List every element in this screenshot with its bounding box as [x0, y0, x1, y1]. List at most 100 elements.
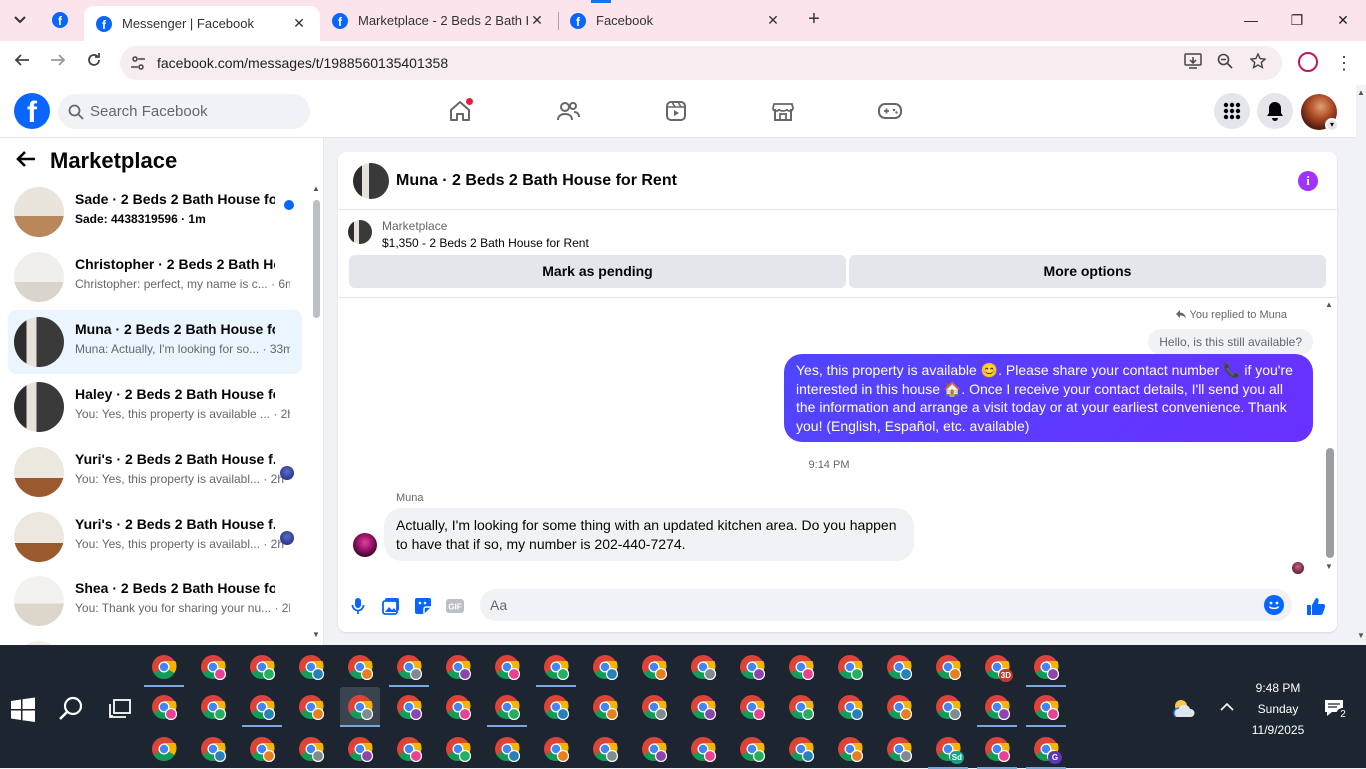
- chrome-window-button[interactable]: [340, 647, 380, 687]
- chrome-window-button[interactable]: [977, 729, 1017, 769]
- chrome-window-button[interactable]: [732, 647, 772, 687]
- tab-search-dropdown[interactable]: [6, 8, 34, 32]
- action-center-button[interactable]: 2: [1324, 699, 1350, 722]
- chrome-window-button[interactable]: [389, 687, 429, 727]
- chat-title[interactable]: Muna · 2 Beds 2 Bath House for Rent: [396, 172, 677, 190]
- scroll-down-icon[interactable]: ▼: [312, 630, 320, 639]
- chrome-window-button[interactable]: [585, 687, 625, 727]
- install-app-icon[interactable]: [1183, 53, 1203, 73]
- reload-button[interactable]: [83, 52, 105, 74]
- scroll-up-icon[interactable]: ▲: [1357, 88, 1365, 97]
- photo-icon[interactable]: [381, 596, 401, 616]
- search-icon[interactable]: [58, 695, 86, 723]
- emoji-icon[interactable]: [1264, 595, 1284, 615]
- chrome-window-button[interactable]: [634, 687, 674, 727]
- scrollbar-thumb[interactable]: [313, 200, 320, 318]
- close-window-button[interactable]: ✕: [1328, 8, 1358, 32]
- sidebar-scrollbar[interactable]: ▲ ▼: [312, 184, 320, 639]
- search-input[interactable]: [90, 94, 300, 129]
- forward-button[interactable]: [47, 52, 69, 74]
- chrome-window-button[interactable]: [487, 729, 527, 769]
- conversation-item[interactable]: Yuri's · 2 Beds 2 Bath House f... You: Y…: [8, 440, 302, 504]
- chrome-window-button[interactable]: [193, 729, 233, 769]
- chrome-window-button[interactable]: G: [1026, 729, 1066, 769]
- tab-marketplace[interactable]: f Marketplace - 2 Beds 2 Bath Ho ✕: [320, 0, 558, 41]
- chrome-window-button[interactable]: [781, 687, 821, 727]
- conversation-item[interactable]: Sade · 2 Beds 2 Bath House fo... Sade: 4…: [8, 180, 302, 244]
- conversation-item-selected[interactable]: Muna · 2 Beds 2 Bath House for ... Muna:…: [8, 310, 302, 374]
- pinned-tab-facebook[interactable]: f: [52, 12, 68, 28]
- chat-avatar[interactable]: [353, 163, 389, 199]
- close-tab-icon[interactable]: ✕: [290, 15, 308, 32]
- new-tab-button[interactable]: +: [804, 8, 824, 31]
- chat-scrollbar[interactable]: ▲ ▼: [1323, 300, 1335, 574]
- nav-friends[interactable]: [549, 92, 587, 130]
- conversation-item[interactable]: Haley · 2 Beds 2 Bath House for ... You:…: [8, 375, 302, 439]
- facebook-search[interactable]: [58, 94, 310, 129]
- chrome-window-button[interactable]: [536, 647, 576, 687]
- facebook-logo[interactable]: f: [14, 93, 50, 129]
- conversation-item[interactable]: Shea · 2 Beds 2 Bath House for ... You: …: [8, 569, 302, 633]
- chrome-window-button[interactable]: [438, 729, 478, 769]
- chrome-window-button[interactable]: [340, 687, 380, 727]
- chrome-window-button[interactable]: [242, 729, 282, 769]
- zoom-icon[interactable]: [1215, 53, 1235, 73]
- back-arrow-icon[interactable]: [16, 148, 40, 174]
- nav-gaming[interactable]: [871, 92, 909, 130]
- account-avatar[interactable]: ▾: [1301, 94, 1339, 132]
- chrome-window-button[interactable]: [144, 729, 184, 769]
- chrome-window-button[interactable]: [340, 729, 380, 769]
- info-icon[interactable]: i: [1298, 171, 1318, 191]
- chrome-window-button[interactable]: [683, 687, 723, 727]
- nav-marketplace[interactable]: [764, 92, 802, 130]
- chrome-window-button[interactable]: [242, 647, 282, 687]
- scroll-up-icon[interactable]: ▲: [1325, 300, 1333, 309]
- chrome-window-button[interactable]: [634, 647, 674, 687]
- message-input-field[interactable]: [480, 589, 1292, 621]
- chrome-window-button[interactable]: [634, 729, 674, 769]
- chrome-window-button[interactable]: [781, 729, 821, 769]
- conversation-item[interactable]: [8, 634, 302, 645]
- chrome-window-button[interactable]: [438, 647, 478, 687]
- chrome-window-button[interactable]: Sd: [928, 729, 968, 769]
- chrome-window-button[interactable]: [879, 687, 919, 727]
- close-tab-icon[interactable]: ✕: [764, 12, 782, 29]
- chrome-window-button[interactable]: [144, 687, 184, 727]
- taskbar-clock[interactable]: 9:48 PM Sunday 11/9/2025: [1232, 678, 1324, 741]
- chrome-window-button[interactable]: [928, 647, 968, 687]
- chrome-window-button[interactable]: [144, 647, 184, 687]
- chrome-window-button[interactable]: [1026, 647, 1066, 687]
- chrome-window-button[interactable]: [830, 647, 870, 687]
- url-text[interactable]: facebook.com/messages/t/1988560135401358: [157, 55, 448, 71]
- conversation-item[interactable]: Yuri's · 2 Beds 2 Bath House f... You: Y…: [8, 505, 302, 569]
- task-view-icon[interactable]: [107, 697, 133, 721]
- voice-clip-icon[interactable]: [348, 596, 368, 616]
- tab-messenger[interactable]: f Messenger | Facebook ✕: [84, 6, 320, 41]
- chrome-window-button[interactable]: [732, 687, 772, 727]
- sticker-icon[interactable]: [413, 596, 433, 616]
- page-scrollbar[interactable]: ▲ ▼: [1356, 85, 1366, 645]
- minimize-button[interactable]: —: [1236, 8, 1266, 32]
- chrome-window-button[interactable]: [242, 687, 282, 727]
- more-options-button[interactable]: More options: [849, 255, 1326, 288]
- chrome-window-button[interactable]: [291, 687, 331, 727]
- weather-icon[interactable]: [1170, 697, 1198, 721]
- menu-button[interactable]: [1214, 93, 1250, 129]
- bookmark-star-icon[interactable]: [1248, 52, 1268, 73]
- browser-profile-icon[interactable]: [1298, 52, 1318, 72]
- chrome-window-button[interactable]: [193, 647, 233, 687]
- quoted-message[interactable]: Hello, is this still available?: [1148, 329, 1313, 355]
- scroll-down-icon[interactable]: ▼: [1357, 631, 1365, 640]
- chrome-window-button[interactable]: [487, 647, 527, 687]
- chrome-window-button[interactable]: [291, 729, 331, 769]
- chrome-window-button[interactable]: [781, 647, 821, 687]
- chrome-window-button[interactable]: [585, 729, 625, 769]
- message-input[interactable]: [490, 589, 1250, 621]
- chrome-window-button[interactable]: [879, 647, 919, 687]
- chrome-window-button[interactable]: [536, 729, 576, 769]
- nav-video[interactable]: [657, 92, 695, 130]
- notifications-button[interactable]: [1257, 93, 1293, 129]
- address-bar[interactable]: facebook.com/messages/t/1988560135401358: [120, 46, 1282, 80]
- chrome-window-button[interactable]: [487, 687, 527, 727]
- chrome-window-button[interactable]: [193, 687, 233, 727]
